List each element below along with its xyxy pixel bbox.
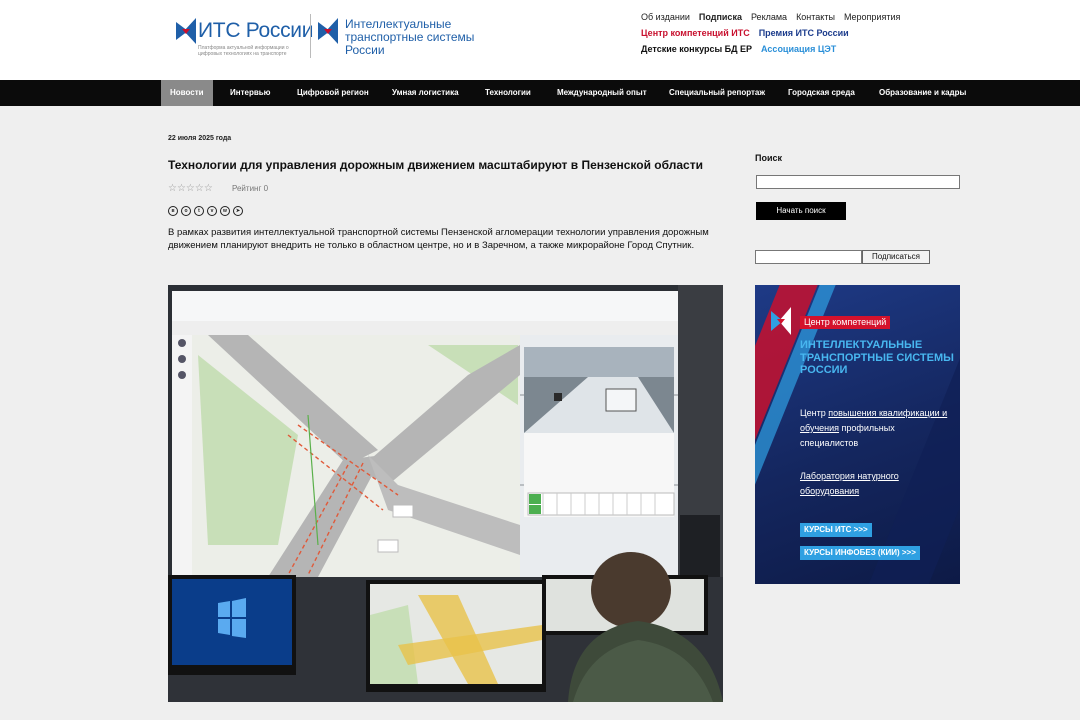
twitter-icon[interactable]: t [194, 206, 204, 216]
competence-center-banner[interactable]: Центр компетенций ИНТЕЛЛЕКТУАЛЬНЫЕ ТРАНС… [755, 285, 960, 584]
search-button[interactable]: Начать поиск [756, 202, 846, 220]
search-label: Поиск [755, 153, 783, 163]
traffic-control-room-image [168, 285, 723, 702]
nav-item-news[interactable]: Новости [161, 80, 213, 106]
logo-divider [310, 14, 311, 58]
nav-item-international[interactable]: Международный опыт [557, 80, 647, 106]
telegram-icon[interactable]: ➤ [233, 206, 243, 216]
courses-its-button[interactable]: КУРСЫ ИТС >>> [800, 523, 872, 537]
viber-icon[interactable]: v [207, 206, 217, 216]
logo-title: ИТС России [198, 19, 314, 42]
subscribe-button[interactable]: Подписаться [862, 250, 930, 264]
subscribe-email-input[interactable] [755, 250, 862, 264]
vk-icon[interactable]: в [168, 206, 178, 216]
site-header: ИТС России Платформа актуальной информац… [0, 0, 1080, 80]
article-photo [168, 285, 723, 702]
link-events[interactable]: Мероприятия [844, 12, 900, 22]
ok-icon[interactable]: о [181, 206, 191, 216]
courses-infosec-button[interactable]: КУРСЫ ИНФОБЕЗ (КИИ) >>> [800, 546, 920, 560]
its-logo-icon [176, 18, 196, 44]
article-lead: В рамках развития интеллектуальной транс… [168, 227, 709, 251]
link-award[interactable]: Премия ИТС России [759, 28, 849, 38]
link-contacts[interactable]: Контакты [796, 12, 835, 22]
share-buttons: в о t v w ➤ [168, 206, 243, 217]
article-date: 22 июля 2025 года [168, 135, 232, 142]
link-subscribe[interactable]: Подписка [699, 12, 742, 22]
rating-stars[interactable]: ☆☆☆☆☆ [168, 183, 213, 194]
link-kids-contests[interactable]: Детские конкурсы БД ЕР [641, 44, 752, 54]
nav-item-interview[interactable]: Интервью [230, 80, 271, 106]
banner-tag: Центр компетенций [800, 316, 891, 329]
its-magazine-logo[interactable]: Интеллектуальные транспортные системы Ро… [318, 16, 508, 62]
banner-text-training: Центр повышения квалификации и обучения … [800, 406, 955, 451]
rating-label: Рейтинг 0 [232, 184, 269, 193]
whatsapp-icon[interactable]: w [220, 206, 230, 216]
logo2-title: Интеллектуальные транспортные системы Ро… [345, 17, 475, 57]
link-ads[interactable]: Реклама [751, 12, 787, 22]
its-logo-icon [318, 18, 338, 44]
nav-item-urban[interactable]: Городская среда [788, 80, 855, 106]
link-competence-center[interactable]: Центр компетенций ИТС [641, 28, 750, 38]
nav-item-special-report[interactable]: Специальный репортаж [669, 80, 765, 106]
banner-text-prefix: Центр [800, 408, 829, 418]
banner-title: ИНТЕЛЛЕКТУАЛЬНЫЕ ТРАНСПОРТНЫЕ СИСТЕМЫ РО… [800, 339, 954, 376]
link-association[interactable]: Ассоциация ЦЭТ [761, 44, 836, 54]
logo-tagline: Платформа актуальной информации о цифров… [198, 45, 289, 57]
nav-item-smart-logistics[interactable]: Умная логистика [392, 80, 459, 106]
search-input[interactable] [756, 175, 960, 189]
main-nav: Новости Интервью Цифровой регион Умная л… [0, 80, 1080, 106]
link-about[interactable]: Об издании [641, 12, 690, 22]
nav-item-technologies[interactable]: Технологии [485, 80, 531, 106]
nav-item-education[interactable]: Образование и кадры [879, 80, 966, 106]
its-logo-icon [771, 307, 791, 335]
nav-item-digital-region[interactable]: Цифровой регион [297, 80, 369, 106]
site-logo[interactable]: ИТС России Платформа актуальной информац… [176, 18, 313, 62]
article-title: Технологии для управления дорожным движе… [168, 158, 703, 172]
banner-lab-link[interactable]: Лаборатория натурного оборудования [800, 469, 955, 499]
